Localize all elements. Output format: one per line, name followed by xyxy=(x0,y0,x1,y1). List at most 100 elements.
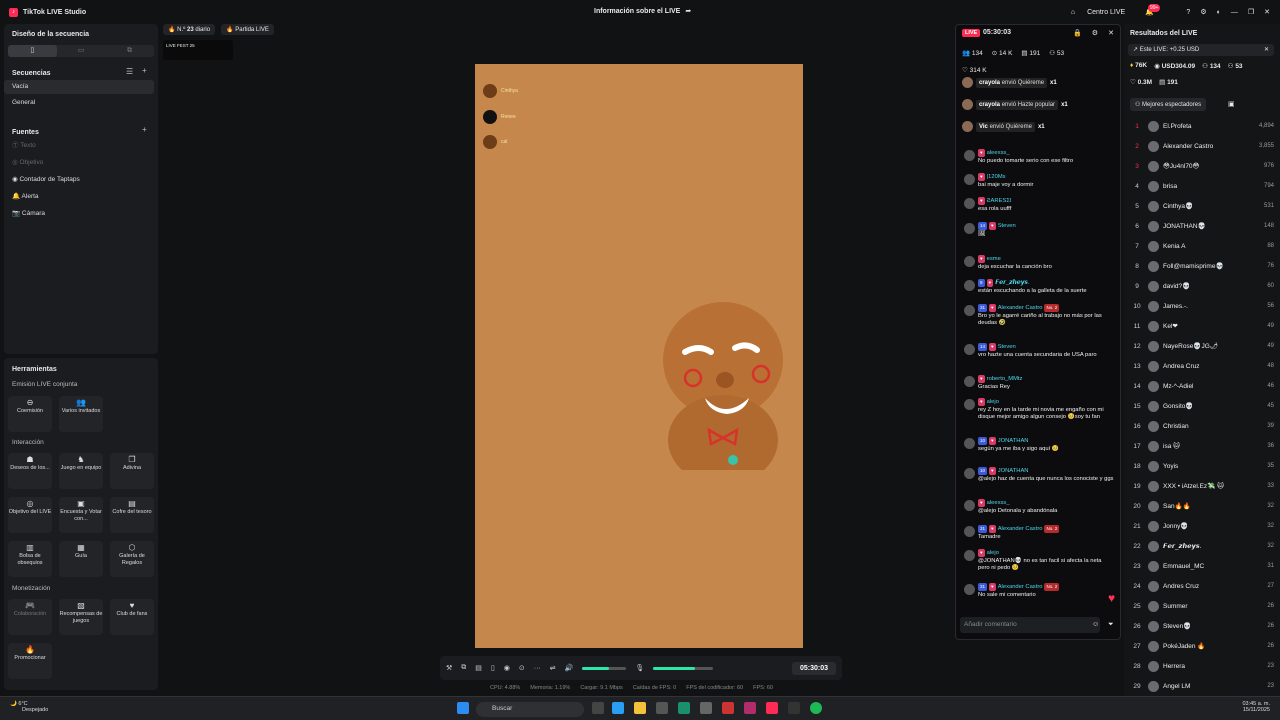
export-icon[interactable]: ▣ xyxy=(1228,100,1235,108)
dual-option[interactable]: ⧉ xyxy=(105,45,154,57)
ranking-row[interactable]: 29 Angel LM 23 xyxy=(1130,676,1274,696)
emoji-icon[interactable]: ☺ xyxy=(1092,621,1099,628)
record-icon[interactable]: ◉ xyxy=(504,664,510,672)
figma-icon[interactable] xyxy=(744,702,756,714)
chat-message[interactable]: 10 ♥ JONATHAN según ya me iba y sigo aquí 🥺 xyxy=(964,437,1114,453)
comment-input[interactable]: Añadir comentario xyxy=(960,617,1100,633)
live-fest-banner[interactable]: LIVE FEST 25 xyxy=(163,40,233,60)
message-user[interactable]: aleexss_ xyxy=(987,150,1010,156)
chat-message[interactable]: ♥ |120Ms bai maje voy a dormir xyxy=(964,173,1114,189)
help-icon[interactable]: ? xyxy=(1186,9,1190,16)
sequence-item[interactable]: General xyxy=(4,96,154,110)
tool-promote[interactable]: 🔥 Promocionar xyxy=(8,643,52,679)
message-user[interactable]: Alexander Castro xyxy=(998,526,1043,532)
close-icon[interactable]: ✕ xyxy=(1264,46,1269,53)
tool-coemision[interactable]: ⊖ Coemisión xyxy=(8,396,52,432)
ranking-row[interactable]: 3 😳Ju4nl70😳 976 xyxy=(1130,156,1274,176)
tool-guide[interactable]: ▦ Guía xyxy=(59,541,103,577)
speaker-icon[interactable]: 🔊 xyxy=(565,664,574,672)
add-sequence-icon[interactable]: + xyxy=(142,66,147,75)
message-user[interactable]: ƧARESΣI xyxy=(987,198,1012,204)
notification-button[interactable]: 🔔99+ xyxy=(1145,4,1176,16)
filter-icon[interactable]: ⏷ xyxy=(1108,621,1114,629)
edge-icon[interactable] xyxy=(678,702,690,714)
avatar[interactable]: ◐ xyxy=(1217,9,1221,16)
ranking-row[interactable]: 22 𝙁𝙚𝙧_𝙯𝙝𝙚𝙮𝙨. 32 xyxy=(1130,536,1274,556)
ranking-row[interactable]: 18 Yoyis 35 xyxy=(1130,456,1274,476)
source-item[interactable]: ◎ Objetivo xyxy=(4,156,154,170)
sequence-item[interactable]: Vacía xyxy=(4,80,154,94)
landscape-option[interactable]: ▭ xyxy=(57,45,106,57)
chat-message[interactable]: 31 ♥ Alexander Castro No. 2 No sale mi comen… xyxy=(964,583,1114,599)
list-icon[interactable]: ☰ xyxy=(126,67,133,76)
chat-message[interactable]: 9 ♥ 𝙁𝙚𝙧_𝙯𝙝𝙚𝙮𝙨. están escuchando a la gallet… xyxy=(964,279,1114,295)
ranking-row[interactable]: 23 Emmauel_MC 31 xyxy=(1130,556,1274,576)
ranking-row[interactable]: 7 Kenia A 88 xyxy=(1130,236,1274,256)
ranking-row[interactable]: 15 Gonsito💀 45 xyxy=(1130,396,1274,416)
message-user[interactable]: aleexss_ xyxy=(987,500,1010,506)
explorer-icon[interactable] xyxy=(634,702,646,714)
layout-icon[interactable]: ▤ xyxy=(475,664,482,672)
message-user[interactable]: JONATHAN xyxy=(998,438,1029,444)
ranking-row[interactable]: 8 Foll@mamisprime💀 76 xyxy=(1130,256,1274,276)
tool-treasure[interactable]: ▤ Cofre del tesoro xyxy=(110,497,154,533)
task-view-icon[interactable] xyxy=(592,702,604,714)
ranking-row[interactable]: 28 Herrera 23 xyxy=(1130,656,1274,676)
message-user[interactable]: 𝙁𝙚𝙧_𝙯𝙝𝙚𝙮𝙨. xyxy=(995,280,1029,286)
message-user[interactable]: Steven xyxy=(998,344,1016,350)
tool-team-game[interactable]: ♞ Juego en equipo xyxy=(59,453,103,489)
ranking-row[interactable]: 19 XXX • iAtzel.Ez💸 🐱 33 xyxy=(1130,476,1274,496)
ranking-row[interactable]: 13 Andrea Cruz 48 xyxy=(1130,356,1274,376)
mixer-icon[interactable]: ⇌ xyxy=(550,664,556,672)
tool-poll[interactable]: ▣ Encuesta y Votar con... xyxy=(59,497,103,533)
ranking-row[interactable]: 20 San🔥🔥 32 xyxy=(1130,496,1274,516)
centro-live-button[interactable]: ⌂ Centro LIVE xyxy=(1071,9,1135,16)
tool-multi-guest[interactable]: 👥 Varios invitados xyxy=(59,396,103,432)
ranking-row[interactable]: 11 Kel❤ 49 xyxy=(1130,316,1274,336)
chat-message[interactable]: ♥ roberto_MMtz Gracias Rey xyxy=(964,375,1114,391)
lock-icon[interactable]: 🔒 xyxy=(1073,29,1082,37)
app-icon[interactable] xyxy=(700,702,712,714)
mic-slider[interactable] xyxy=(653,666,714,670)
app-icon[interactable] xyxy=(722,702,734,714)
copilot-icon[interactable] xyxy=(612,702,624,714)
tool-guess[interactable]: ❐ Adivina xyxy=(110,453,154,489)
tool-live-goal[interactable]: ◎ Objetivo del LIVE xyxy=(8,497,52,533)
chat-message[interactable]: 14 ♥ Steven vro hazte una cuenta secundaria… xyxy=(964,343,1114,359)
spotify-icon[interactable] xyxy=(810,702,822,714)
volume-slider[interactable] xyxy=(582,666,627,670)
source-item[interactable]: ◉ Contador de Taptaps xyxy=(4,173,154,187)
phone-icon[interactable]: ▯ xyxy=(491,664,495,672)
tiktok-live-icon[interactable] xyxy=(766,702,778,714)
ranking-row[interactable]: 26 Steven💀 26 xyxy=(1130,616,1274,636)
chat-message[interactable]: 31 ♥ Alexander Castro No. 2 Bro yo le agarré… xyxy=(964,304,1114,328)
capture-icon[interactable]: ⊙ xyxy=(519,664,525,672)
scene-icon[interactable]: ⧉ xyxy=(461,664,466,672)
ranking-row[interactable]: 6 JONATHAN💀 148 xyxy=(1130,216,1274,236)
message-user[interactable]: Steven xyxy=(998,223,1016,229)
portrait-option[interactable]: ▯ xyxy=(8,45,57,57)
estimate-banner[interactable]: ↗ Este LIVE: +0.25 USD ✕ xyxy=(1128,44,1274,56)
daily-rank-pill[interactable]: 🔥 N.º 23 diario xyxy=(163,24,216,35)
ranking-row[interactable]: 9 david?💀 60 xyxy=(1130,276,1274,296)
source-item[interactable]: 📷 Cámara xyxy=(4,207,154,221)
chat-message[interactable]: ♥ esme deja escuchar la canción bro xyxy=(964,255,1114,271)
add-source-icon[interactable]: + xyxy=(142,125,147,134)
message-user[interactable]: Alexander Castro xyxy=(998,584,1043,590)
ranking-row[interactable]: 27 PokéJaden 🔥 26 xyxy=(1130,636,1274,656)
tool-collab[interactable]: 🎮 Colaboración xyxy=(8,599,52,635)
system-tray[interactable]: 03:45 a. m. 15/11/2025 xyxy=(1242,701,1270,713)
message-user[interactable]: alejo xyxy=(987,399,999,405)
maximize-button[interactable]: ❐ xyxy=(1248,8,1254,16)
settings-icon[interactable]: ⚙ xyxy=(1200,8,1206,16)
tab-top-viewers[interactable]: ⚇ Mejores espectadores xyxy=(1130,98,1207,111)
message-user[interactable]: |120Ms xyxy=(987,174,1006,180)
ranking-row[interactable]: 21 Jonny💀 32 xyxy=(1130,516,1274,536)
taskbar-search[interactable]: Buscar xyxy=(476,702,584,717)
message-user[interactable]: alejo xyxy=(987,550,999,556)
ranking-row[interactable]: 5 Cinthya💀 531 xyxy=(1130,196,1274,216)
magic-icon[interactable]: ⚒ xyxy=(446,664,452,672)
ranking-row[interactable]: 14 Mz-^-Adiel 46 xyxy=(1130,376,1274,396)
windows-start-icon[interactable] xyxy=(457,702,469,714)
ranking-row[interactable]: 4 brisa 794 xyxy=(1130,176,1274,196)
